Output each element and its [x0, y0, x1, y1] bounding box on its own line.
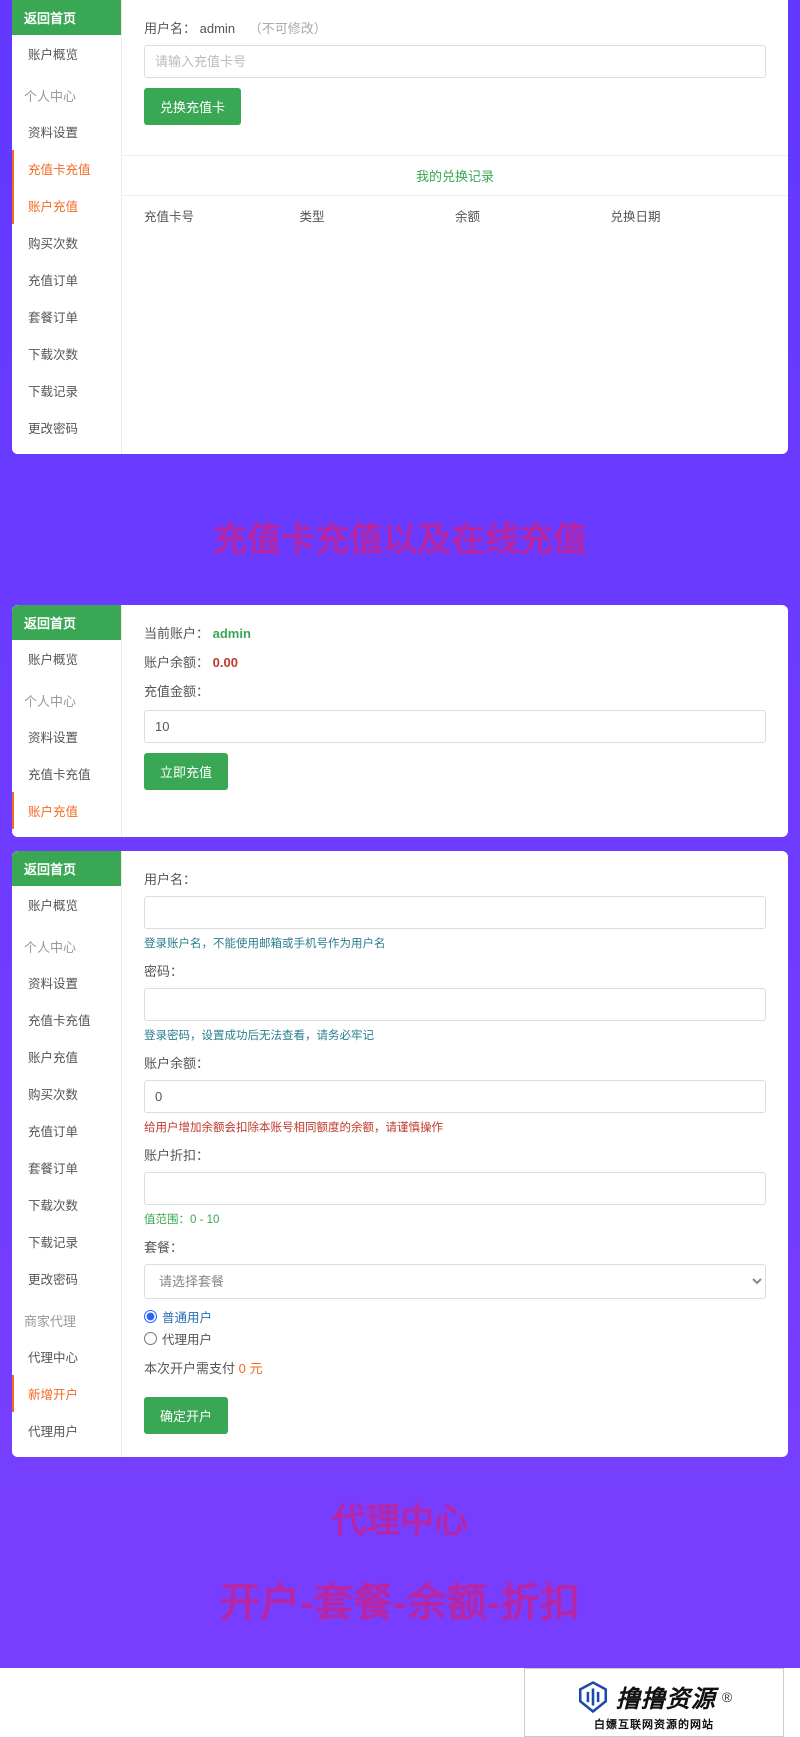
col-date: 兑换日期 [611, 206, 767, 225]
col-type: 类型 [300, 206, 456, 225]
balance-value: 0.00 [213, 655, 238, 670]
sidebar-item-download-records-3[interactable]: 下载记录 [12, 1223, 121, 1260]
sidebar-section-merchant-agent: 商家代理 [12, 1297, 121, 1338]
p3-balance-hint: 给用户增加余额会扣除本账号相同额度的余额，请谨慎操作 [144, 1119, 766, 1135]
sidebar-item-overview[interactable]: 账户概览 [12, 35, 121, 72]
return-home-button-2[interactable]: 返回首页 [12, 605, 121, 640]
p3-balance-input[interactable] [144, 1080, 766, 1113]
sidebar-item-download-count-3[interactable]: 下载次数 [12, 1186, 121, 1223]
sidebar-item-account-recharge-3[interactable]: 账户充值 [12, 1038, 121, 1075]
p3-discount-input[interactable] [144, 1172, 766, 1205]
recharge-now-button[interactable]: 立即充值 [144, 753, 228, 790]
col-balance: 余额 [455, 206, 611, 225]
card-number-input[interactable] [144, 45, 766, 78]
brand-logo: 撸撸资源 ® 白嫖互联网资源的网站 [524, 1668, 784, 1737]
sidebar-item-agent-users[interactable]: 代理用户 [12, 1412, 121, 1449]
panel3-content: 用户名： 登录账户名，不能使用邮箱或手机号作为用户名 密码： 登录密码，设置成功… [122, 851, 788, 1457]
panel1-content: 用户名： admin （不可修改） 兑换充值卡 我的兑换记录 充值卡号 类型 余… [122, 0, 788, 454]
brand-registered-icon: ® [722, 1689, 732, 1705]
sidebar-item-account-recharge[interactable]: 账户充值 [12, 187, 121, 224]
sidebar-item-overview-2[interactable]: 账户概览 [12, 640, 121, 677]
sidebar-item-recharge-orders[interactable]: 充值订单 [12, 261, 121, 298]
sidebar-item-recharge-orders-3[interactable]: 充值订单 [12, 1112, 121, 1149]
sidebar-section-personal-2: 个人中心 [12, 677, 121, 718]
username-note: （不可修改） [249, 21, 327, 36]
sidebar-item-profile-3[interactable]: 资料设置 [12, 964, 121, 1001]
brand-logo-icon [576, 1680, 610, 1714]
radio-normal-user-label: 普通用户 [162, 1307, 212, 1326]
sidebar-item-card-recharge[interactable]: 充值卡充值 [12, 150, 121, 187]
p3-balance-label: 账户余额： [144, 1053, 766, 1072]
caption-agent-center: 代理中心 [12, 1471, 788, 1564]
sidebar-item-change-pwd-3[interactable]: 更改密码 [12, 1260, 121, 1297]
p3-discount-hint: 值范围：0 - 10 [144, 1211, 766, 1227]
radio-agent-user-label: 代理用户 [162, 1329, 212, 1348]
p3-username-hint: 登录账户名，不能使用邮箱或手机号作为用户名 [144, 935, 766, 951]
sidebar-panel2: 返回首页 账户概览 个人中心 资料设置 充值卡充值 账户充值 [12, 605, 122, 837]
sidebar-item-agent-center[interactable]: 代理中心 [12, 1338, 121, 1375]
sidebar-item-download-count[interactable]: 下载次数 [12, 335, 121, 372]
p3-password-input[interactable] [144, 988, 766, 1021]
sidebar-item-purchase-count-3[interactable]: 购买次数 [12, 1075, 121, 1112]
caption-open-account: 开户-套餐-余额-折扣 [12, 1564, 788, 1668]
sidebar-item-change-pwd[interactable]: 更改密码 [12, 409, 121, 446]
caption-recharge: 充值卡充值以及在线充值 [12, 468, 788, 605]
username-value: admin [200, 21, 235, 36]
confirm-open-account-button[interactable]: 确定开户 [144, 1397, 228, 1434]
sidebar-item-overview-3[interactable]: 账户概览 [12, 886, 121, 923]
p3-username-input[interactable] [144, 896, 766, 929]
sidebar-item-card-recharge-3[interactable]: 充值卡充值 [12, 1001, 121, 1038]
sidebar-item-download-records[interactable]: 下载记录 [12, 372, 121, 409]
sidebar-item-card-recharge-2[interactable]: 充值卡充值 [12, 755, 121, 792]
p3-package-label: 套餐： [144, 1237, 766, 1256]
pay-label: 本次开户需支付 [144, 1361, 235, 1376]
username-label: 用户名： [144, 18, 196, 37]
sidebar-item-new-account[interactable]: 新增开户 [12, 1375, 121, 1412]
return-home-button[interactable]: 返回首页 [12, 0, 121, 35]
sidebar-section-personal-3: 个人中心 [12, 923, 121, 964]
return-home-button-3[interactable]: 返回首页 [12, 851, 121, 886]
records-table-header: 充值卡号 类型 余额 兑换日期 [144, 196, 766, 235]
p3-username-label: 用户名： [144, 869, 766, 888]
p3-discount-label: 账户折扣： [144, 1145, 766, 1164]
brand-logo-text: 撸撸资源 [616, 1679, 716, 1714]
brand-logo-sub: 白嫖互联网资源的网站 [594, 1716, 714, 1732]
pay-value: 0 [239, 1361, 246, 1376]
col-card-no: 充值卡号 [144, 206, 300, 225]
current-account-label: 当前账户： [144, 626, 209, 641]
balance-label: 账户余额： [144, 655, 209, 670]
sidebar-item-profile[interactable]: 资料设置 [12, 113, 121, 150]
sidebar-item-package-orders[interactable]: 套餐订单 [12, 298, 121, 335]
records-title: 我的兑换记录 [122, 155, 788, 196]
amount-input[interactable] [144, 710, 766, 743]
sidebar-section-personal: 个人中心 [12, 72, 121, 113]
amount-label: 充值金额： [144, 681, 766, 700]
p3-password-label: 密码： [144, 961, 766, 980]
sidebar-item-purchase-count[interactable]: 购买次数 [12, 224, 121, 261]
radio-normal-user[interactable] [144, 1310, 157, 1323]
sidebar-panel3: 返回首页 账户概览 个人中心 资料设置 充值卡充值 账户充值 购买次数 充值订单… [12, 851, 122, 1457]
p3-password-hint: 登录密码，设置成功后无法查看，请务必牢记 [144, 1027, 766, 1043]
pay-unit: 元 [250, 1361, 263, 1376]
current-account-value: admin [213, 626, 251, 641]
sidebar-item-profile-2[interactable]: 资料设置 [12, 718, 121, 755]
p3-package-select[interactable]: 请选择套餐 [144, 1264, 766, 1299]
sidebar-item-package-orders-3[interactable]: 套餐订单 [12, 1149, 121, 1186]
redeem-card-button[interactable]: 兑换充值卡 [144, 88, 241, 125]
sidebar-panel1: 返回首页 账户概览 个人中心 资料设置 充值卡充值 账户充值 购买次数 充值订单… [12, 0, 122, 454]
sidebar-item-account-recharge-2[interactable]: 账户充值 [12, 792, 121, 829]
radio-agent-user[interactable] [144, 1332, 157, 1345]
panel2-content: 当前账户： admin 账户余额： 0.00 充值金额： 立即充值 [122, 605, 788, 837]
